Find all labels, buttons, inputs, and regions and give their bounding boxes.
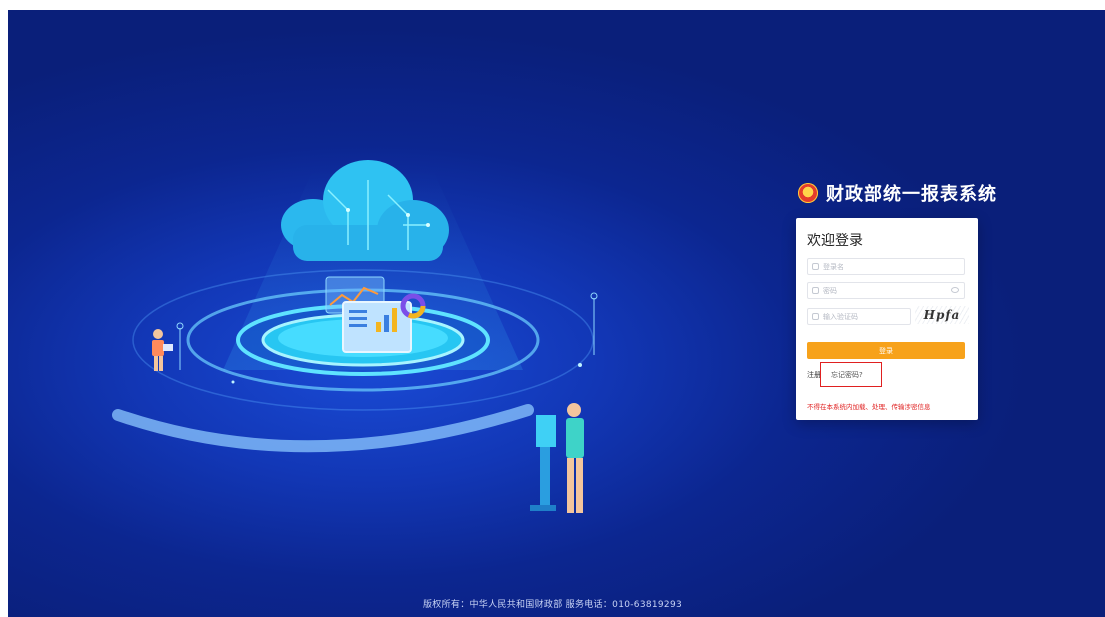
captcha-image[interactable]: Hpfa <box>915 306 969 324</box>
brand-header: 财政部统一报表系统 <box>798 180 997 206</box>
login-background: 财政部统一报表系统 欢迎登录 登录名 密码 输入验证码 Hpfa 登录 注册 忘… <box>8 10 1105 617</box>
username-input[interactable]: 登录名 <box>807 258 965 275</box>
username-placeholder: 登录名 <box>823 262 844 271</box>
login-button[interactable]: 登录 <box>807 342 965 359</box>
lock-icon <box>812 287 819 294</box>
security-warning: 不得在本系统内加载、处理、传输涉密信息 <box>807 403 931 411</box>
user-icon <box>812 263 819 270</box>
shield-icon <box>812 313 819 320</box>
system-title: 财政部统一报表系统 <box>826 184 997 205</box>
login-panel: 欢迎登录 登录名 密码 输入验证码 Hpfa 登录 注册 忘记密码? 不得在本系… <box>796 218 978 420</box>
captcha-input[interactable]: 输入验证码 <box>807 308 911 325</box>
show-password-icon[interactable] <box>951 287 959 293</box>
password-input[interactable]: 密码 <box>807 282 965 299</box>
register-link[interactable]: 注册 <box>807 370 821 380</box>
captcha-placeholder: 输入验证码 <box>823 312 858 321</box>
footer-copyright: 版权所有：中华人民共和国财政部 服务电话：010-63819293 <box>423 600 682 610</box>
welcome-heading: 欢迎登录 <box>807 233 863 249</box>
forgot-password-link[interactable]: 忘记密码? <box>831 370 863 380</box>
password-placeholder: 密码 <box>823 286 837 295</box>
national-emblem-icon <box>798 183 818 203</box>
